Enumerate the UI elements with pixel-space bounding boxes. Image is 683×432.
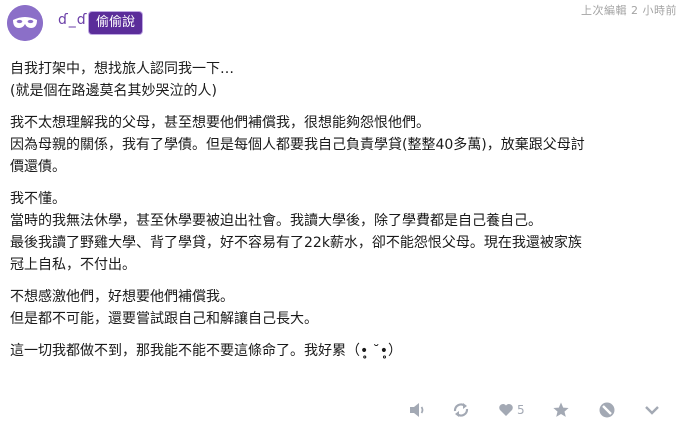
mask-icon bbox=[7, 5, 43, 41]
paragraph: 我不懂。 當時的我無法休學，甚至休學要被迫出社會。我讀大學後，除了學費都是自己養… bbox=[10, 188, 675, 276]
text-line: 自我打架中，想找旅人認同我一下… bbox=[10, 61, 234, 77]
text-line: 冠上自私，不付出。 bbox=[10, 257, 136, 273]
paragraph: 我不太想理解我的父母，甚至想要他們補償我，很想能夠怨恨他們。 因為母親的關係，我… bbox=[10, 112, 675, 178]
share-button[interactable] bbox=[452, 399, 470, 421]
text-line: 但是都不可能，還要嘗試跟自己和解讓自己長大。 bbox=[10, 311, 318, 327]
post-toolbar: 5 bbox=[400, 399, 670, 421]
paragraph: 這一切我都做不到，那我能不能不要這條命了。我好累（•̥̥̥ ˘•̥̥̥） bbox=[10, 340, 675, 362]
volume-icon bbox=[410, 403, 424, 417]
chevron-down-icon bbox=[645, 406, 659, 415]
like-button[interactable]: 5 bbox=[498, 399, 525, 421]
favorite-button[interactable] bbox=[552, 399, 570, 421]
text-line: 價還債。 bbox=[10, 159, 66, 175]
edited-timestamp: 上次編輯 2 小時前 bbox=[581, 4, 677, 17]
text-line: 我不懂。 bbox=[10, 191, 66, 207]
post-body: 自我打架中，想找旅人認同我一下… (就是個在路邊莫名其妙哭泣的人) 我不太想理解… bbox=[10, 58, 675, 372]
author-name[interactable]: ɗ_ɗ bbox=[58, 12, 88, 28]
share-icon bbox=[453, 403, 469, 417]
heart-icon bbox=[499, 404, 513, 416]
board-badge[interactable]: 偷偷說 bbox=[89, 12, 143, 34]
text-line: 因為母親的關係，我有了學債。但是每個人都要我自己負責學貸(整整40多萬)，放棄跟… bbox=[10, 137, 585, 153]
text-line: 這一切我都做不到，那我能不能不要這條命了。我好累（•̥̥̥ ˘•̥̥̥） bbox=[10, 343, 402, 359]
volume-button[interactable] bbox=[408, 399, 428, 421]
avatar[interactable] bbox=[7, 5, 43, 41]
like-count: 5 bbox=[517, 403, 525, 417]
more-button[interactable] bbox=[644, 399, 660, 421]
text-line: 最後我讀了野雞大學、背了學貸，好不容易有了22k薪水，卻不能怨恨父母。現在我還被… bbox=[10, 235, 582, 251]
post-header: ɗ_ɗ 偷偷說 上次編輯 2 小時前 bbox=[0, 0, 683, 44]
text-line: (就是個在路邊莫名其妙哭泣的人) bbox=[10, 83, 217, 99]
paragraph: 自我打架中，想找旅人認同我一下… (就是個在路邊莫名其妙哭泣的人) bbox=[10, 58, 675, 102]
text-line: 當時的我無法休學，甚至休學要被迫出社會。我讀大學後，除了學費都是自己養自己。 bbox=[10, 213, 542, 229]
text-line: 我不太想理解我的父母，甚至想要他們補償我，很想能夠怨恨他們。 bbox=[10, 115, 430, 131]
paragraph: 不想感激他們，好想要他們補償我。 但是都不可能，還要嘗試跟自己和解讓自己長大。 bbox=[10, 286, 675, 330]
block-icon bbox=[599, 402, 615, 418]
star-icon bbox=[553, 402, 569, 417]
block-button[interactable] bbox=[598, 399, 616, 421]
text-line: 不想感激他們，好想要他們補償我。 bbox=[10, 289, 234, 305]
